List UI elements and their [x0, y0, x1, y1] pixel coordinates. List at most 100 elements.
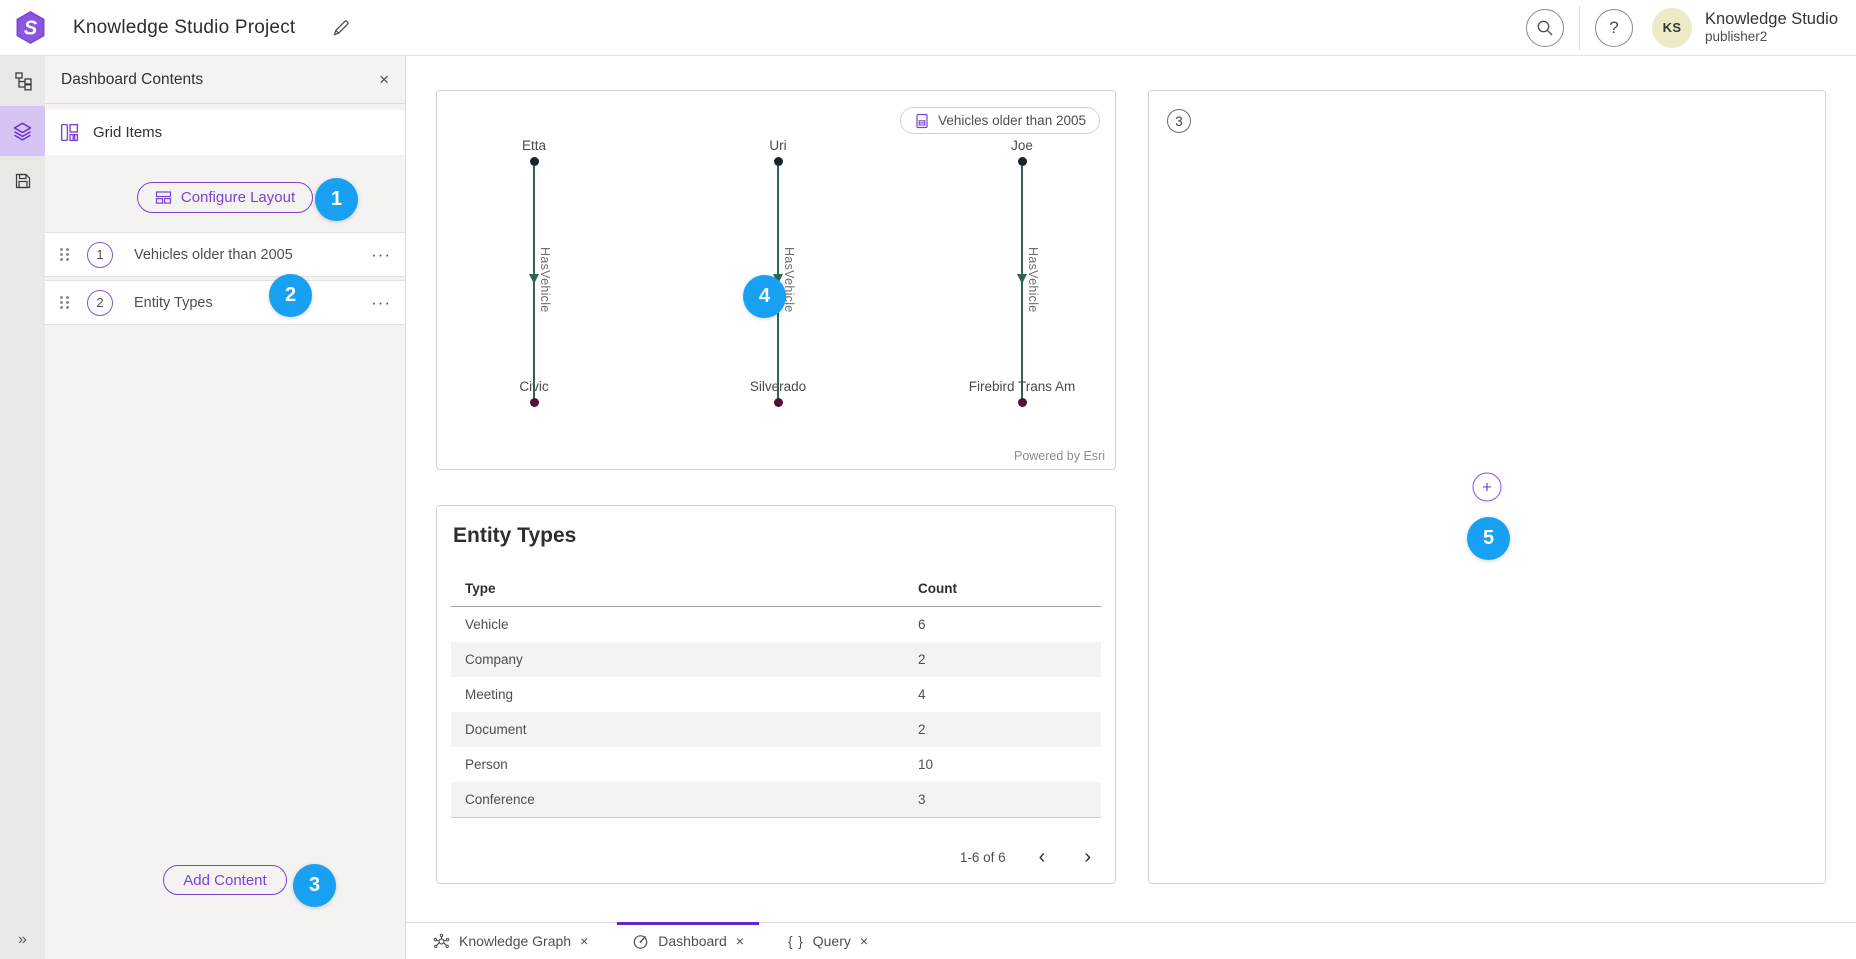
header-divider	[1579, 6, 1580, 50]
table-body: Vehicle 6 Company 2 Meeting 4 Document 2…	[451, 607, 1101, 818]
avatar[interactable]: KS	[1652, 8, 1692, 48]
edge-arrow-icon	[529, 274, 539, 284]
tab-label: Dashboard	[658, 933, 727, 949]
column-header-type[interactable]: Type	[451, 581, 496, 596]
previous-page-button[interactable]: ‹	[1033, 845, 1052, 869]
node-label: Silverado	[708, 379, 848, 394]
slot-number-badge: 3	[1167, 109, 1191, 133]
annotation-badge-4: 4	[743, 275, 786, 318]
cell-count: 10	[918, 757, 933, 772]
dashboard-gauge-icon	[632, 933, 649, 950]
person-node[interactable]	[530, 157, 539, 166]
table-row[interactable]: Document 2	[451, 712, 1101, 747]
table-row[interactable]: Company 2	[451, 642, 1101, 677]
configure-layout-button[interactable]: Configure Layout	[137, 182, 313, 213]
edit-title-button[interactable]	[331, 18, 351, 38]
tab-query[interactable]: { } Query ×	[773, 923, 883, 959]
graph-column: Etta HasVehicle Civic	[464, 91, 604, 469]
item-number: 2	[96, 295, 103, 310]
person-node[interactable]	[1018, 157, 1027, 166]
edge-line[interactable]	[1021, 166, 1023, 403]
grid-items-label: Grid Items	[93, 124, 162, 141]
node-label: Firebird Trans Am	[952, 379, 1092, 394]
search-button[interactable]	[1526, 9, 1564, 47]
cell-type: Person	[451, 757, 508, 772]
item-options-button[interactable]: ···	[371, 245, 391, 265]
list-item-vehicles[interactable]: 1 Vehicles older than 2005 ···	[45, 232, 405, 277]
close-tab-icon[interactable]: ×	[580, 933, 588, 949]
document-icon	[914, 113, 930, 129]
page-title: Knowledge Studio Project	[73, 17, 295, 39]
cell-type: Vehicle	[451, 617, 509, 632]
ellipsis-icon: ···	[371, 245, 391, 264]
cell-type: Meeting	[451, 687, 513, 702]
close-tab-icon[interactable]: ×	[736, 933, 744, 949]
braces-icon: { }	[788, 934, 804, 949]
data-model-rail-button[interactable]	[0, 56, 45, 106]
person-node[interactable]	[774, 157, 783, 166]
item-options-button[interactable]: ···	[371, 293, 391, 313]
tab-knowledge-graph[interactable]: Knowledge Graph ×	[418, 923, 603, 959]
vehicle-node[interactable]	[774, 398, 783, 407]
tab-dashboard[interactable]: Dashboard ×	[617, 923, 759, 959]
node-label: Civic	[464, 379, 604, 394]
pencil-icon	[331, 18, 351, 38]
graph-column: Joe HasVehicle Firebird Trans Am	[952, 91, 1092, 469]
knowledge-graph-icon	[433, 933, 450, 950]
expand-rail-button[interactable]: »	[18, 931, 27, 949]
cell-type: Conference	[451, 792, 535, 807]
pagination-label: 1-6 of 6	[960, 850, 1006, 865]
vehicle-node[interactable]	[1018, 398, 1027, 407]
pagination: 1-6 of 6 ‹ ›	[960, 845, 1097, 869]
cell-count: 6	[918, 617, 926, 632]
layers-rail-button[interactable]	[0, 106, 45, 156]
view-tab-bar: Knowledge Graph × Dashboard × { } Query …	[406, 922, 1856, 959]
cell-count: 4	[918, 687, 926, 702]
filter-pill[interactable]: Vehicles older than 2005	[900, 107, 1100, 134]
grid-items-section: Grid Items	[45, 110, 405, 155]
table-row[interactable]: Vehicle 6	[451, 607, 1101, 642]
column-header-count[interactable]: Count	[918, 581, 957, 596]
item-number: 1	[96, 247, 103, 262]
ellipsis-icon: ···	[371, 293, 391, 312]
next-page-button[interactable]: ›	[1078, 845, 1097, 869]
save-rail-button[interactable]	[0, 156, 45, 206]
slot-number: 3	[1175, 114, 1183, 129]
plus-icon: +	[1482, 477, 1492, 497]
annotation-badge-2: 2	[269, 274, 312, 317]
search-icon	[1536, 19, 1554, 37]
item-label: Vehicles older than 2005	[134, 247, 293, 263]
app-logo-icon: S	[15, 10, 46, 45]
add-element-button[interactable]: +	[1473, 473, 1502, 502]
double-chevron-icon: »	[18, 931, 27, 948]
close-panel-button[interactable]: ×	[379, 70, 389, 90]
tab-label: Query	[813, 933, 851, 949]
table-row[interactable]: Conference 3	[451, 782, 1101, 817]
node-label: Joe	[952, 138, 1092, 153]
help-button[interactable]: ?	[1595, 9, 1633, 47]
item-label: Entity Types	[134, 295, 213, 311]
list-item-entity-types[interactable]: 2 Entity Types ···	[45, 280, 405, 325]
table-row[interactable]: Meeting 4	[451, 677, 1101, 712]
cell-count: 3	[918, 792, 926, 807]
drag-handle-icon[interactable]	[59, 295, 70, 310]
filter-pill-label: Vehicles older than 2005	[938, 113, 1086, 128]
annotation-badge-1: 1	[315, 178, 358, 221]
vehicle-node[interactable]	[530, 398, 539, 407]
item-number-badge: 2	[87, 290, 113, 316]
question-icon: ?	[1609, 18, 1618, 38]
close-icon: ×	[379, 70, 389, 89]
tab-label: Knowledge Graph	[459, 933, 571, 949]
close-tab-icon[interactable]: ×	[860, 933, 868, 949]
table-row[interactable]: Person 10	[451, 747, 1101, 782]
edge-arrow-icon	[1017, 274, 1027, 284]
edge-line[interactable]	[533, 166, 535, 403]
grid-layout-icon	[59, 122, 80, 143]
dashboard-contents-panel: Dashboard Contents × Grid Items	[45, 56, 406, 959]
app-header: S Knowledge Studio Project ? KS Know	[0, 0, 1856, 56]
header-actions: ? KS Knowledge Studio publisher2	[1526, 6, 1856, 50]
add-content-button[interactable]: Add Content	[163, 865, 286, 895]
node-label: Etta	[464, 138, 604, 153]
drag-handle-icon[interactable]	[59, 247, 70, 262]
layers-icon	[12, 121, 33, 142]
